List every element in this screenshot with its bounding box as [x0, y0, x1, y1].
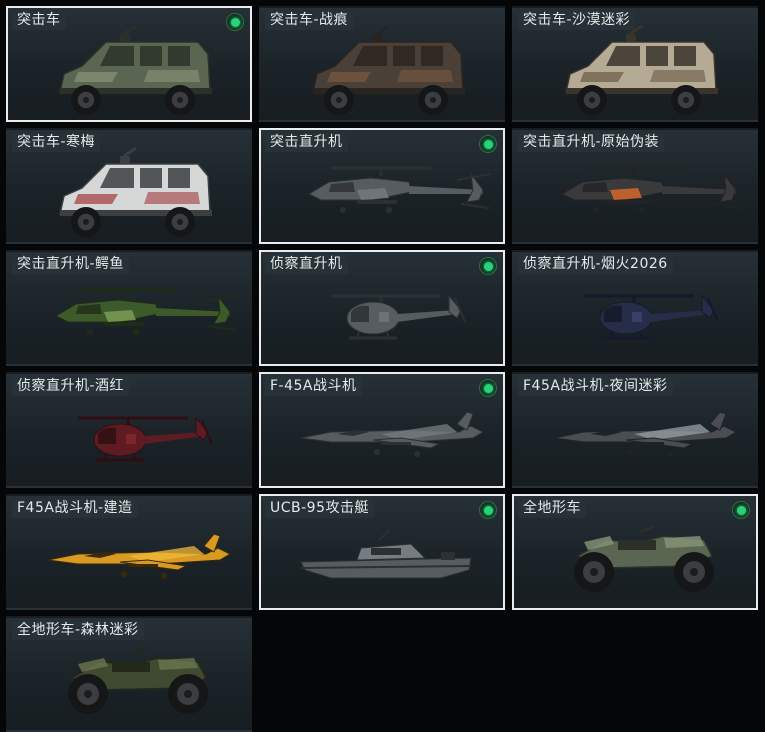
vehicle-name: 侦察直升机-酒红	[12, 377, 130, 396]
vehicle-card[interactable]: F45A战斗机-夜间迷彩	[512, 372, 758, 488]
vehicle-card[interactable]: 突击直升机	[259, 128, 505, 244]
vehicle-card[interactable]: 突击车-战痕	[259, 6, 505, 122]
equipped-indicator-icon	[479, 501, 497, 519]
vehicle-card[interactable]: 侦察直升机-烟火2026	[512, 250, 758, 366]
equipped-indicator-icon	[479, 379, 497, 397]
equipped-indicator-icon	[479, 135, 497, 153]
vehicle-card[interactable]: F-45A战斗机	[259, 372, 505, 488]
vehicle-card[interactable]: F45A战斗机-建造	[6, 494, 252, 610]
vehicle-card[interactable]: 突击车-寒梅	[6, 128, 252, 244]
vehicle-name: UCB-95攻击艇	[265, 499, 374, 518]
vehicle-card[interactable]: UCB-95攻击艇	[259, 494, 505, 610]
vehicle-card[interactable]: 突击车-沙漠迷彩	[512, 6, 758, 122]
vehicle-name: F45A战斗机-夜间迷彩	[518, 377, 673, 396]
equipped-indicator-icon	[479, 257, 497, 275]
vehicle-name: 全地形车	[518, 499, 586, 518]
vehicle-card[interactable]: 侦察直升机-酒红	[6, 372, 252, 488]
vehicle-card[interactable]: 突击直升机-原始伪装	[512, 128, 758, 244]
equipped-indicator-icon	[226, 13, 244, 31]
vehicle-name: 突击直升机-鳄鱼	[12, 255, 130, 274]
vehicle-card[interactable]: 全地形车-森林迷彩	[6, 616, 252, 732]
vehicle-name: F45A战斗机-建造	[12, 499, 138, 518]
vehicle-name: 突击直升机	[265, 133, 348, 152]
vehicle-name: 突击车-寒梅	[12, 133, 101, 152]
vehicle-name: 突击车-沙漠迷彩	[518, 11, 636, 30]
vehicle-card[interactable]: 突击直升机-鳄鱼	[6, 250, 252, 366]
vehicle-name: 侦察直升机	[265, 255, 348, 274]
vehicle-card[interactable]: 全地形车	[512, 494, 758, 610]
vehicle-card[interactable]: 侦察直升机	[259, 250, 505, 366]
vehicle-skin-grid: 突击车 突击车-战痕 突击车-沙漠迷彩 突击车-寒梅 突击直升机 突击直升机-原…	[6, 6, 758, 732]
equipped-indicator-icon	[732, 501, 750, 519]
vehicle-card[interactable]: 突击车	[6, 6, 252, 122]
vehicle-name: F-45A战斗机	[265, 377, 362, 396]
vehicle-name: 突击直升机-原始伪装	[518, 133, 665, 152]
vehicle-name: 突击车	[12, 11, 66, 30]
vehicle-name: 突击车-战痕	[265, 11, 354, 30]
vehicle-name: 侦察直升机-烟火2026	[518, 255, 673, 274]
vehicle-name: 全地形车-森林迷彩	[12, 621, 144, 640]
